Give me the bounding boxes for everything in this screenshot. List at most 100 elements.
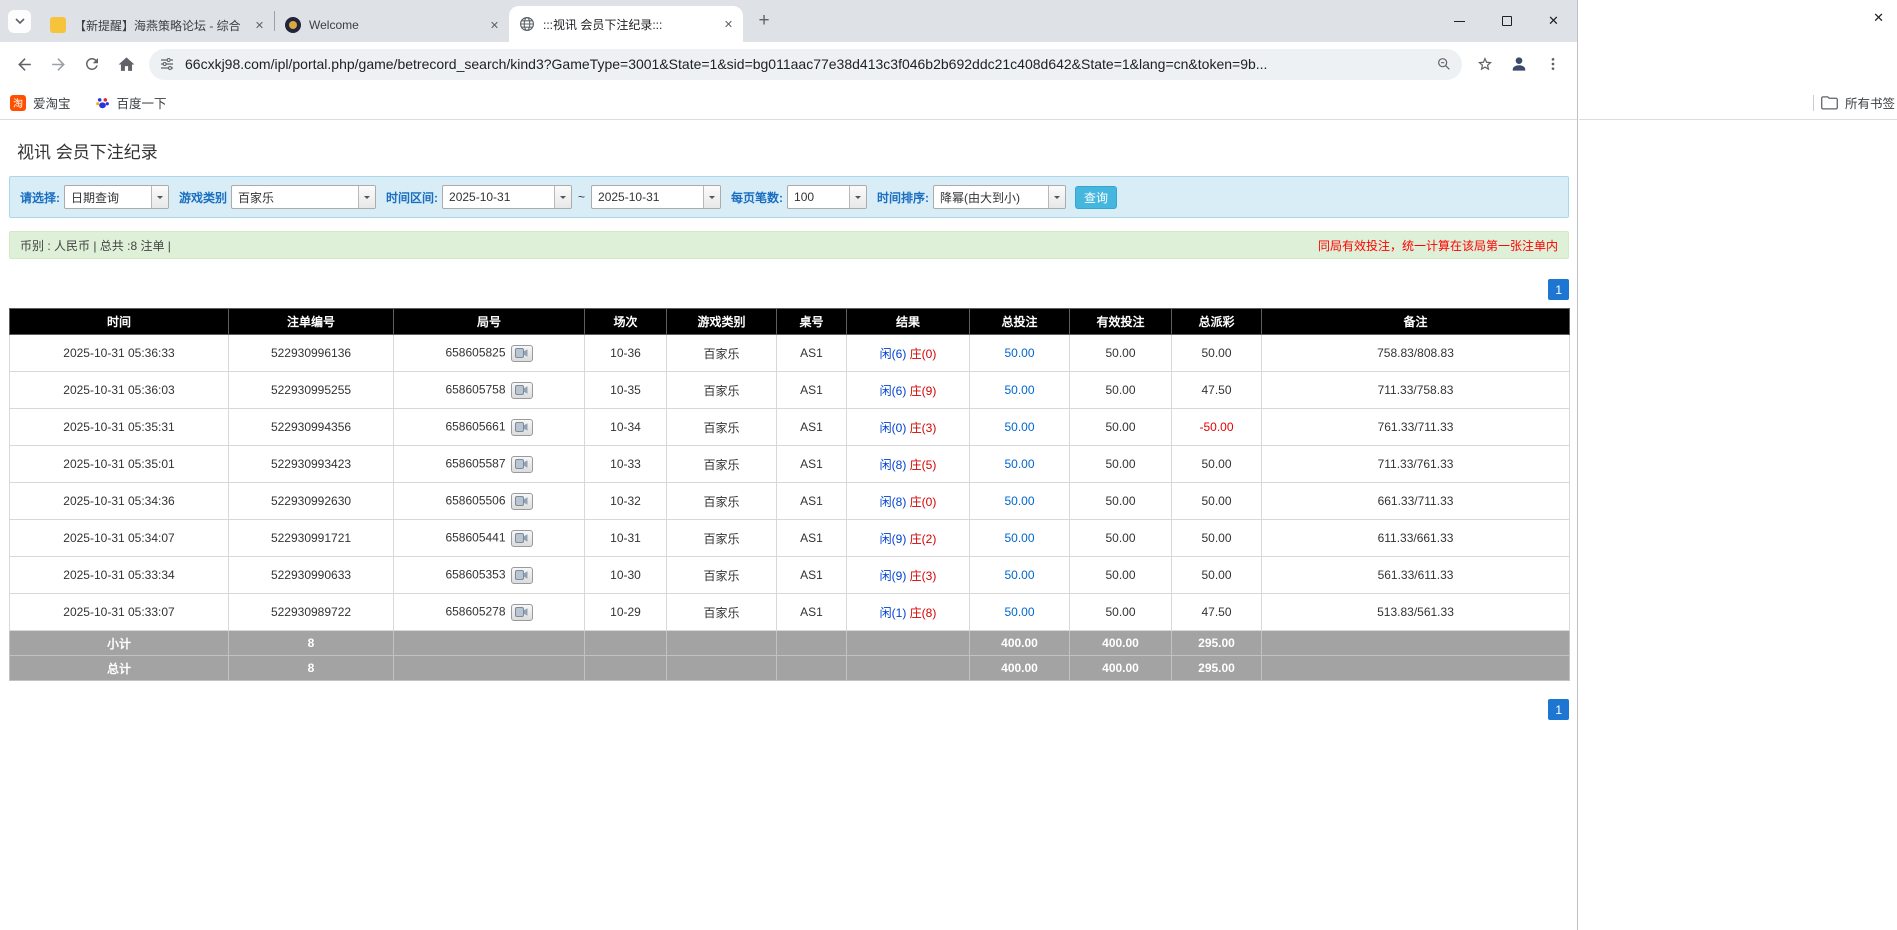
total-bet-link[interactable]: 50.00: [969, 408, 1070, 446]
bet-id-cell: 522930990633: [228, 556, 394, 594]
query-type-select[interactable]: 日期查询: [64, 185, 169, 209]
background-window: ✕ 所有书签: [1579, 0, 1897, 930]
game-type-cell: 百家乐: [666, 408, 777, 446]
sort-select[interactable]: 降幂(由大到小): [933, 185, 1067, 209]
tab-forum[interactable]: 【新提醒】海燕策略论坛 - 综合 ✕: [40, 8, 274, 42]
folder-icon: [1821, 95, 1838, 110]
search-button[interactable]: 查询: [1075, 185, 1118, 209]
bet-row: 2025-10-31 05:33:34 522930990633 658605353…: [9, 556, 1570, 594]
video-replay-button[interactable]: [510, 344, 533, 362]
person-icon: [1512, 57, 1526, 71]
minimize-button[interactable]: [1436, 0, 1483, 42]
subtotal-total-bet: 400.00: [969, 630, 1070, 656]
address-bar[interactable]: 66cxkj98.com/ipl/portal.php/game/betreco…: [149, 48, 1462, 80]
bet-time-cell: 2025-10-31 05:33:34: [9, 556, 229, 594]
video-replay-button[interactable]: [510, 603, 533, 621]
total-bet-link[interactable]: 50.00: [969, 445, 1070, 483]
tab-close-button[interactable]: ✕: [486, 17, 503, 34]
forward-button[interactable]: [41, 47, 75, 81]
reload-button[interactable]: [75, 47, 109, 81]
round-cell: 658605278: [393, 593, 585, 631]
site-info-button[interactable]: [153, 50, 181, 78]
chevron-down-icon: [849, 186, 867, 208]
note-cell: 711.33/758.83: [1261, 371, 1570, 409]
total-bet-link[interactable]: 50.00: [969, 482, 1070, 520]
session-cell: 10-30: [584, 556, 667, 594]
tab-close-button[interactable]: ✕: [251, 17, 268, 34]
total-valid-bet: 400.00: [1069, 655, 1172, 681]
video-replay-button[interactable]: [510, 529, 533, 547]
tab-welcome[interactable]: Welcome ✕: [275, 8, 509, 42]
window-controls: ✕: [1436, 0, 1577, 42]
round-number: 658605278: [445, 604, 506, 619]
table-no-cell: AS1: [776, 556, 847, 594]
date-from-select[interactable]: 2025-10-31: [442, 185, 573, 209]
total-count: 8: [228, 655, 394, 681]
total-bet-link[interactable]: 50.00: [969, 334, 1070, 372]
total-bet-link[interactable]: 50.00: [969, 556, 1070, 594]
video-replay-button[interactable]: [510, 492, 533, 510]
per-page-select[interactable]: 100: [787, 185, 868, 209]
pagination-top: 1: [9, 279, 1569, 300]
maximize-button[interactable]: [1483, 0, 1530, 42]
game-type-cell: 百家乐: [666, 593, 777, 631]
video-replay-button[interactable]: [510, 566, 533, 584]
profile-button[interactable]: [1502, 47, 1536, 81]
bookmark-item-baidu[interactable]: 百度一下: [95, 93, 167, 112]
per-page-label: 每页笔数:: [731, 190, 784, 205]
session-cell: 10-36: [584, 334, 667, 372]
payout-cell: 47.50: [1171, 593, 1262, 631]
close-window-button[interactable]: ✕: [1530, 0, 1577, 42]
tab-strip: 【新提醒】海燕策略论坛 - 综合 ✕ Welcome ✕ :::视讯 会员下注纪…: [0, 0, 1577, 42]
sort-value: 降幂(由大到小): [940, 190, 1021, 205]
zoom-indicator-button[interactable]: [1430, 50, 1458, 78]
table-footer: 小计 8 400.00 400.00 295.00 总计 8 400.00 40…: [9, 630, 1570, 681]
footer-empty-cell: [666, 630, 777, 656]
video-replay-button[interactable]: [510, 418, 533, 436]
bet-time-cell: 2025-10-31 05:35:31: [9, 408, 229, 446]
bet-record-page: 视讯 会员下注纪录 请选择: 日期查询 游戏类别 百家乐 时间区间: 2025-…: [0, 138, 1578, 720]
close-window-button[interactable]: ✕: [1873, 10, 1884, 26]
video-replay-button[interactable]: [510, 381, 533, 399]
back-icon: [17, 57, 31, 71]
filter-bar: 请选择: 日期查询 游戏类别 百家乐 时间区间: 2025-10-31 ~ 20…: [9, 176, 1569, 218]
total-bet-link[interactable]: 50.00: [969, 593, 1070, 631]
valid-bet-cell: 50.00: [1069, 371, 1172, 409]
column-header-total-bet: 总投注: [969, 308, 1070, 335]
video-icon: [515, 607, 528, 617]
bookmark-star-button[interactable]: [1468, 47, 1502, 81]
page-1-button[interactable]: 1: [1548, 699, 1569, 720]
new-tab-button[interactable]: +: [751, 8, 777, 34]
tab-title: :::视讯 会员下注纪录:::: [543, 17, 663, 32]
back-button[interactable]: [7, 47, 41, 81]
game-type-select[interactable]: 百家乐: [231, 185, 377, 209]
total-label: 总计: [9, 655, 229, 681]
tab-search-button[interactable]: [8, 9, 31, 33]
total-total-bet: 400.00: [969, 655, 1070, 681]
bet-id-cell: 522930994356: [228, 408, 394, 446]
result-banker: 庄(3): [909, 420, 937, 435]
valid-bet-cell: 50.00: [1069, 593, 1172, 631]
tab-bet-record[interactable]: :::视讯 会员下注纪录::: ✕: [509, 6, 743, 42]
total-bet-link[interactable]: 50.00: [969, 371, 1070, 409]
date-range-label: 时间区间:: [386, 190, 439, 205]
bet-row: 2025-10-31 05:36:03 522930995255 658605758…: [9, 371, 1570, 409]
result-player: 闲(6): [879, 383, 907, 398]
tab-close-button[interactable]: ✕: [720, 16, 737, 33]
column-header-valid-bet: 有效投注: [1069, 308, 1172, 335]
menu-button[interactable]: [1536, 47, 1570, 81]
total-bet-link[interactable]: 50.00: [969, 519, 1070, 557]
per-page-value: 100: [794, 190, 815, 204]
all-bookmarks-button[interactable]: 所有书签: [1845, 93, 1895, 112]
video-replay-button[interactable]: [510, 455, 533, 473]
session-cell: 10-35: [584, 371, 667, 409]
footer-empty-cell: [584, 655, 667, 681]
bookmark-item-aitaobao[interactable]: 淘 爱淘宝: [10, 93, 71, 112]
game-type-cell: 百家乐: [666, 556, 777, 594]
bet-row: 2025-10-31 05:35:01 522930993423 658605587…: [9, 445, 1570, 483]
date-to-select[interactable]: 2025-10-31: [591, 185, 722, 209]
footer-empty-cell: [1261, 630, 1570, 656]
home-button[interactable]: [109, 47, 143, 81]
result-cell: 闲(9) 庄(2): [846, 519, 970, 557]
page-1-button[interactable]: 1: [1548, 279, 1569, 300]
